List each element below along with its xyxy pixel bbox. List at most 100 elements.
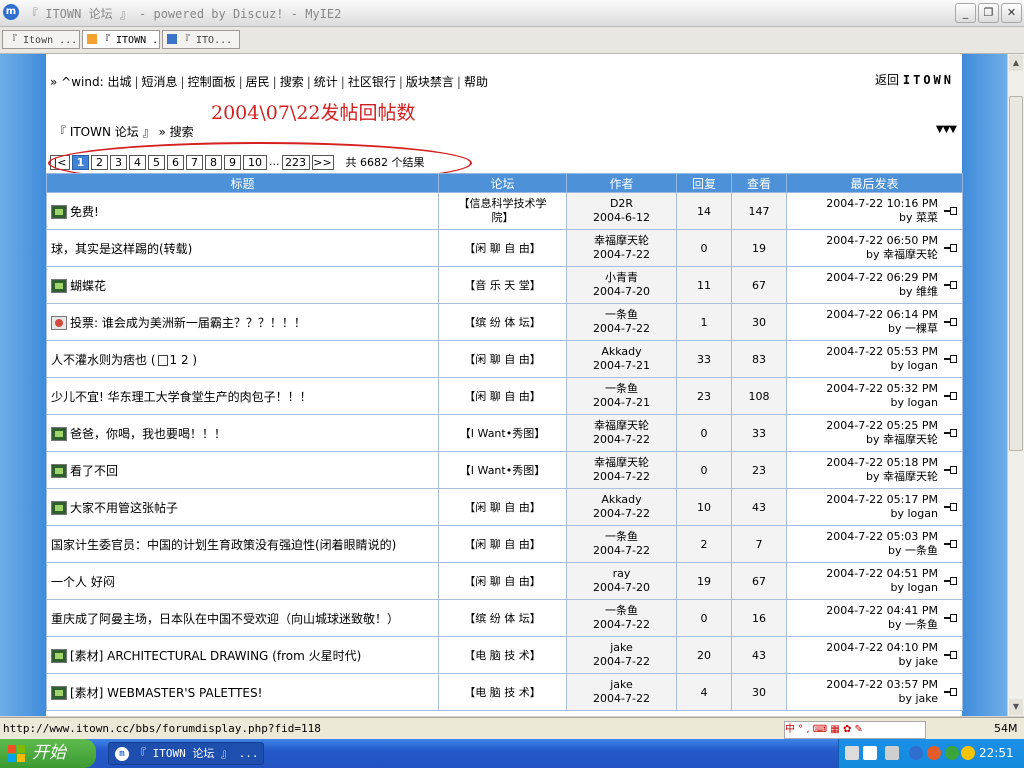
nav-stats[interactable]: 统计 (314, 75, 338, 89)
last-poster-link[interactable]: by 一条鱼 (888, 544, 938, 557)
forum-link[interactable]: 【闲 聊 自 由】 (464, 501, 541, 514)
last-poster-link[interactable]: by logan (891, 396, 938, 409)
thread-title-link[interactable]: 球，其实是这样踢的(转载) (51, 242, 192, 256)
forum-link[interactable]: 【电 脑 技 术】 (464, 686, 541, 699)
author-link[interactable]: Akkady (601, 493, 641, 506)
scroll-thumb[interactable] (1009, 96, 1023, 451)
volume-icon[interactable] (885, 746, 899, 760)
goto-last-post-icon[interactable] (944, 391, 958, 401)
page-7[interactable]: 7 (186, 155, 203, 170)
nav-messages[interactable]: 短消息 (142, 75, 178, 89)
page-4[interactable]: 4 (129, 155, 146, 170)
goto-last-post-icon[interactable] (944, 539, 958, 549)
author-link[interactable]: 幸福摩天轮 (594, 419, 649, 432)
last-poster-link[interactable]: by 菜菜 (899, 211, 938, 224)
table-row[interactable]: 国家计生委官员：中国的计划生育政策没有强迫性(闭着眼睛说的) 【闲 聊 自 由】 一… (46, 525, 963, 563)
minimize-button[interactable]: _ (955, 3, 976, 23)
last-poster-link[interactable]: by 一条鱼 (888, 618, 938, 631)
thread-title-link[interactable]: [素材] WEBMASTER'S PALETTES! (70, 686, 262, 700)
page-3[interactable]: 3 (110, 155, 127, 170)
forum-link[interactable]: 【I Want•秀图】 (460, 464, 545, 477)
forum-link[interactable]: 【闲 聊 自 由】 (464, 575, 541, 588)
nav-bank[interactable]: 社区银行 (348, 75, 396, 89)
last-poster-link[interactable]: by 维维 (899, 285, 938, 298)
nav-members[interactable]: 居民 (246, 75, 270, 89)
tab-itown-2[interactable]: 『 ITOWN ... (82, 30, 160, 49)
author-link[interactable]: jake (610, 641, 633, 654)
table-row[interactable]: 球，其实是这样踢的(转载) 【闲 聊 自 由】 幸福摩天轮 2004-7-22 0 19 2… (46, 229, 963, 267)
goto-last-post-icon[interactable] (944, 502, 958, 512)
author-link[interactable]: D2R (610, 197, 633, 210)
start-button[interactable]: 开始 (0, 739, 96, 768)
help-icon[interactable] (863, 746, 877, 760)
table-row[interactable]: 人不灌水则为痞也 (1 2 ) 【闲 聊 自 由】 Akkady 2004-7-21 3… (46, 340, 963, 378)
thread-title-link[interactable]: 爸爸，你喝，我也要喝！！！ (70, 427, 226, 441)
thread-title-link[interactable]: 人不灌水则为痞也 (51, 353, 147, 367)
goto-last-post-icon[interactable] (944, 687, 958, 697)
table-row[interactable]: 蝴蝶花 【音 乐 天 堂】 小青青 2004-7-20 11 67 2004-7-22 06… (46, 266, 963, 304)
forum-link-cont[interactable]: 院】 (492, 211, 514, 224)
page-first-button[interactable]: |< (50, 155, 70, 170)
forum-link[interactable]: 【缤 纷 体 坛】 (464, 316, 541, 329)
restore-button[interactable]: ❐ (978, 3, 999, 23)
author-link[interactable]: 幸福摩天轮 (594, 234, 649, 247)
thread-title-link[interactable]: 大家不用管这张帖子 (70, 501, 178, 515)
last-poster-link[interactable]: by logan (891, 359, 938, 372)
scroll-up-icon[interactable]: ▲ (1009, 55, 1023, 71)
vertical-scrollbar[interactable]: ▲ ▼ (1007, 54, 1024, 716)
keyboard-icon[interactable] (845, 746, 859, 760)
back-to-itown-link[interactable]: 返回 ITOWN (875, 71, 954, 88)
goto-last-post-icon[interactable] (944, 280, 958, 290)
last-poster-link[interactable]: by 幸福摩天轮 (866, 433, 938, 446)
breadcrumb-forum-link[interactable]: 『 ITOWN 论坛 』 (54, 125, 155, 139)
myie-tray-icon[interactable] (909, 746, 923, 760)
author-link[interactable]: ray (613, 567, 631, 580)
browser-tray-icon[interactable] (927, 746, 941, 760)
last-poster-link[interactable]: by 幸福摩天轮 (866, 470, 938, 483)
thread-title-link[interactable]: 重庆成了阿曼主场，日本队在中国不受欢迎（向山城球迷致敬！） (51, 612, 399, 626)
table-row[interactable]: 看了不回 【I Want•秀图】 幸福摩天轮 2004-7-22 0 23 2004-7-2… (46, 451, 963, 489)
forum-link[interactable]: 【电 脑 技 术】 (464, 649, 541, 662)
author-link[interactable]: 小青青 (605, 271, 638, 284)
forum-link[interactable]: 【信息科学技术学 (459, 197, 547, 210)
forum-link[interactable]: 【闲 聊 自 由】 (464, 538, 541, 551)
forum-link[interactable]: 【闲 聊 自 由】 (464, 390, 541, 403)
page-9[interactable]: 9 (224, 155, 241, 170)
thread-title-link[interactable]: 免费! (70, 205, 99, 219)
thread-title-link[interactable]: 投票: 谁会成为美洲新一届霸主？？？！！！ (70, 316, 306, 330)
scroll-down-icon[interactable]: ▼ (1009, 699, 1023, 715)
goto-last-post-icon[interactable] (944, 243, 958, 253)
author-link[interactable]: 幸福摩天轮 (594, 456, 649, 469)
tab-itown-3[interactable]: 『 ITO... (162, 30, 240, 49)
page-6[interactable]: 6 (167, 155, 184, 170)
page-last[interactable]: 223 (281, 155, 310, 170)
nav-ban[interactable]: 版块禁言 (406, 75, 454, 89)
last-poster-link[interactable]: by jake (898, 655, 938, 668)
goto-last-post-icon[interactable] (944, 650, 958, 660)
thread-title-link[interactable]: 一个人 好闷 (51, 575, 115, 589)
goto-last-post-icon[interactable] (944, 206, 958, 216)
myie-app-icon[interactable]: m (3, 4, 19, 20)
goto-last-post-icon[interactable] (944, 354, 958, 364)
author-link[interactable]: Akkady (601, 345, 641, 358)
table-row[interactable]: 免费! 【信息科学技术学 院】 D2R 2004-6-12 14 147 2004-7-22 … (46, 192, 963, 230)
author-link[interactable]: 一条鱼 (605, 382, 638, 395)
page-10[interactable]: 10 (243, 155, 267, 170)
nav-user[interactable]: » ^wind: (50, 75, 104, 89)
last-poster-link[interactable]: by jake (898, 692, 938, 705)
tab-itown-1[interactable]: 『 Itown ... (2, 30, 80, 49)
nav-control-panel[interactable]: 控制面板 (188, 75, 236, 89)
thread-title-link[interactable]: 国家计生委官员：中国的计划生育政策没有强迫性(闭着眼睛说的) (51, 538, 396, 552)
author-link[interactable]: 一条鱼 (605, 308, 638, 321)
last-poster-link[interactable]: by 一棵草 (888, 322, 938, 335)
page-next-button[interactable]: >> (311, 155, 334, 170)
last-poster-link[interactable]: by logan (891, 507, 938, 520)
thread-pages-links[interactable]: 1 2 ) (170, 353, 198, 367)
author-link[interactable]: jake (610, 678, 633, 691)
qq-icon[interactable] (961, 746, 975, 760)
forum-link[interactable]: 【闲 聊 自 由】 (464, 353, 541, 366)
last-poster-link[interactable]: by logan (891, 581, 938, 594)
table-row[interactable]: 爸爸，你喝，我也要喝！！！ 【I Want•秀图】 幸福摩天轮 2004-7-22 0 3… (46, 414, 963, 452)
nav-leave[interactable]: 出城 (107, 75, 131, 89)
goto-last-post-icon[interactable] (944, 317, 958, 327)
